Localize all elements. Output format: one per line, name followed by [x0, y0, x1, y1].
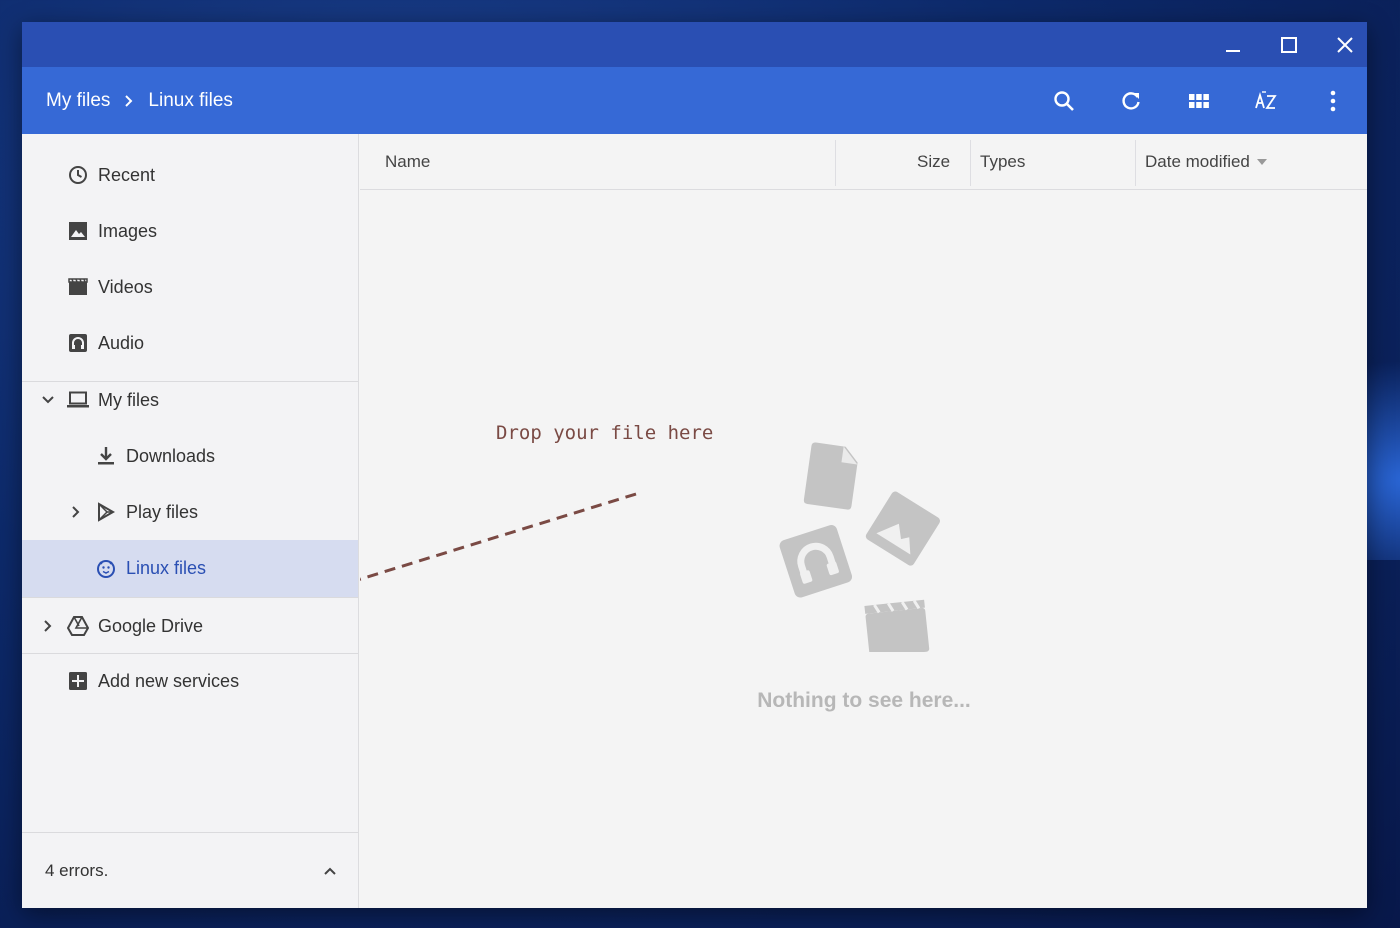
- sidebar-item-images[interactable]: Images: [22, 203, 358, 259]
- navigation-sidebar: Recent Images Videos Audio My files Down…: [22, 134, 359, 908]
- title-bar: [22, 22, 1367, 67]
- sidebar-item-recent[interactable]: Recent: [22, 147, 358, 203]
- breadcrumb-linux-files[interactable]: Linux files: [148, 90, 233, 112]
- column-date-modified[interactable]: Date modified: [1145, 134, 1267, 190]
- file-icon: [803, 442, 858, 510]
- sort-az-icon: [1255, 91, 1277, 109]
- play-store-icon: [95, 501, 117, 523]
- refresh-button[interactable]: [1113, 83, 1149, 119]
- clock-icon: [67, 164, 89, 186]
- headphones-icon: [779, 525, 853, 598]
- column-divider: [970, 140, 971, 186]
- image-icon: [67, 220, 89, 242]
- film-icon: [67, 276, 89, 298]
- sidebar-item-label: Play files: [126, 501, 199, 522]
- sort-arrow-down-icon: [1256, 159, 1267, 165]
- sidebar-item-google-drive[interactable]: Google Drive: [22, 598, 358, 654]
- search-icon: [1054, 91, 1074, 111]
- download-icon: [95, 445, 117, 467]
- sidebar-item-label: My files: [98, 389, 160, 410]
- sidebar-item-label: Linux files: [126, 558, 207, 578]
- column-types[interactable]: Types: [980, 134, 1025, 190]
- sidebar-item-label: Google Drive: [98, 615, 204, 636]
- sidebar-item-label: Recent: [98, 164, 156, 185]
- column-date-modified-label: Date modified: [1145, 152, 1250, 171]
- maximize-button[interactable]: [1274, 30, 1304, 60]
- close-icon: [1337, 37, 1353, 53]
- empty-state-illustration: [779, 442, 940, 652]
- search-button[interactable]: [1046, 83, 1082, 119]
- breadcrumb-my-files[interactable]: My files: [46, 90, 110, 112]
- minimize-icon: [1226, 50, 1240, 52]
- chevron-down-icon[interactable]: [40, 392, 56, 408]
- refresh-icon: [1122, 92, 1140, 110]
- headphones-icon: [67, 332, 89, 354]
- sidebar-item-linux-files[interactable]: Linux files: [22, 540, 358, 597]
- sort-button[interactable]: [1248, 83, 1284, 119]
- column-size[interactable]: Size: [917, 134, 950, 190]
- sidebar-item-my-files[interactable]: My files: [22, 372, 358, 428]
- image-icon: [865, 491, 940, 566]
- sidebar-item-label: Images: [98, 220, 158, 241]
- status-bar: 4 errors.: [22, 832, 358, 908]
- sidebar-item-videos[interactable]: Videos: [22, 259, 358, 315]
- sidebar-item-label: Add new services: [98, 670, 240, 691]
- sidebar-item-label: Audio: [98, 332, 145, 353]
- maximize-icon: [1281, 37, 1297, 53]
- empty-state-message: Nothing to see here...: [757, 689, 971, 712]
- chevron-up-icon[interactable]: [320, 861, 340, 881]
- sidebar-item-play-files[interactable]: Play files: [22, 484, 358, 540]
- more-button[interactable]: [1315, 83, 1351, 119]
- breadcrumb: My files Linux files: [46, 67, 233, 134]
- chevron-right-icon[interactable]: [40, 618, 56, 634]
- more-vert-icon: [1330, 90, 1336, 112]
- file-list-area[interactable]: Name Size Types Date modified Drop your …: [360, 134, 1367, 908]
- add-services-icon: [67, 670, 89, 692]
- grid-view-button[interactable]: [1181, 83, 1217, 119]
- minimize-button[interactable]: [1218, 30, 1248, 60]
- drop-hint-arrow: [360, 492, 637, 581]
- column-divider: [835, 140, 836, 186]
- toolbar: My files Linux files: [22, 67, 1367, 134]
- files-app-window: My files Linux files Recent Images Video…: [22, 22, 1367, 908]
- laptop-icon: [67, 389, 89, 411]
- grid-view-icon: [1189, 94, 1209, 108]
- chevron-right-icon: [124, 94, 134, 108]
- chevron-right-icon[interactable]: [68, 504, 84, 520]
- column-divider: [1135, 140, 1136, 186]
- sidebar-item-add-new-services[interactable]: Add new services: [22, 653, 358, 709]
- sidebar-item-audio[interactable]: Audio: [22, 315, 358, 371]
- close-button[interactable]: [1330, 30, 1360, 60]
- linux-icon: [95, 558, 117, 580]
- sidebar-item-downloads[interactable]: Downloads: [22, 428, 358, 484]
- film-icon: [864, 599, 930, 652]
- drive-icon: [67, 615, 89, 637]
- sidebar-item-label: Downloads: [126, 445, 216, 466]
- errors-status[interactable]: 4 errors.: [45, 861, 108, 881]
- sidebar-item-label: Videos: [98, 276, 153, 297]
